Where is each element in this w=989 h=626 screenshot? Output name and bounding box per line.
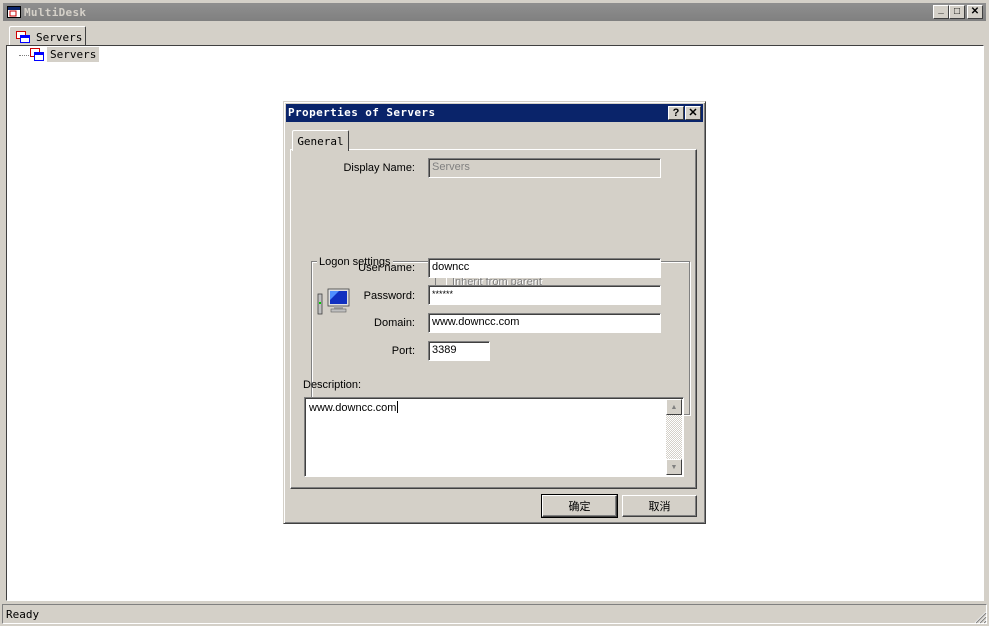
description-label: Description:	[303, 379, 362, 391]
scroll-down-button[interactable]: ▼	[666, 459, 682, 475]
close-icon: ✕	[688, 106, 698, 119]
username-label: User name:	[358, 262, 415, 274]
servers-icon	[30, 48, 44, 61]
tab-general[interactable]: General	[292, 130, 349, 151]
multidesk-window-icon	[7, 6, 21, 18]
display-name-label: Display Name:	[343, 162, 415, 174]
port-label: Port:	[391, 345, 415, 357]
tree-item-servers[interactable]: Servers	[47, 47, 100, 62]
display-name-field[interactable]: Servers	[428, 158, 661, 178]
text-caret	[397, 401, 399, 413]
cancel-button[interactable]: 取消	[622, 495, 697, 517]
description-text: www.downcc.com	[309, 401, 399, 414]
status-panel: Ready	[2, 604, 987, 624]
resize-grip-icon[interactable]	[974, 611, 987, 624]
help-button[interactable]: ?	[668, 106, 684, 120]
description-textarea[interactable]: www.downcc.com ▲ ▼	[304, 397, 684, 477]
maximize-icon: □	[953, 6, 961, 17]
password-field[interactable]: ******	[428, 285, 661, 305]
description-value: www.downcc.com	[309, 402, 397, 414]
domain-field[interactable]: www.downcc.com	[428, 313, 661, 333]
maximize-button[interactable]: □	[949, 5, 965, 19]
port-field[interactable]: 3389	[428, 341, 490, 361]
password-label: Password:	[363, 290, 415, 302]
main-title-bar[interactable]: MultiDesk _ □ ✕	[0, 0, 989, 24]
close-button[interactable]: ✕	[967, 5, 983, 19]
scroll-up-button[interactable]: ▲	[666, 399, 682, 415]
ok-button[interactable]: 确定	[541, 494, 618, 518]
domain-label: Domain:	[374, 317, 415, 329]
arrow-up-icon: ▲	[670, 403, 678, 411]
close-icon: ✕	[970, 6, 980, 17]
app-title: MultiDesk	[24, 6, 87, 19]
status-text: Ready	[6, 608, 40, 621]
status-bar: Ready	[0, 602, 989, 626]
tab-strip: Servers	[0, 24, 989, 47]
description-scrollbar[interactable]: ▲ ▼	[666, 399, 682, 475]
general-tab-page: Display Name: Servers Logon settings Inh…	[290, 149, 697, 489]
minimize-icon: _	[938, 4, 944, 15]
servers-icon	[16, 31, 30, 43]
properties-dialog: Properties of Servers ? ✕ General Displa…	[283, 101, 706, 524]
dialog-title: Properties of Servers	[288, 106, 436, 119]
tab-servers[interactable]: Servers	[9, 26, 86, 47]
minimize-button[interactable]: _	[933, 5, 949, 19]
username-field[interactable]: downcc	[428, 258, 661, 278]
tab-servers-label: Servers	[36, 30, 83, 44]
dialog-title-bar[interactable]: Properties of Servers ? ✕	[286, 104, 703, 122]
title-bar-background	[3, 3, 986, 21]
dialog-close-button[interactable]: ✕	[685, 106, 701, 120]
help-icon: ?	[672, 106, 680, 119]
arrow-down-icon: ▼	[670, 463, 678, 471]
